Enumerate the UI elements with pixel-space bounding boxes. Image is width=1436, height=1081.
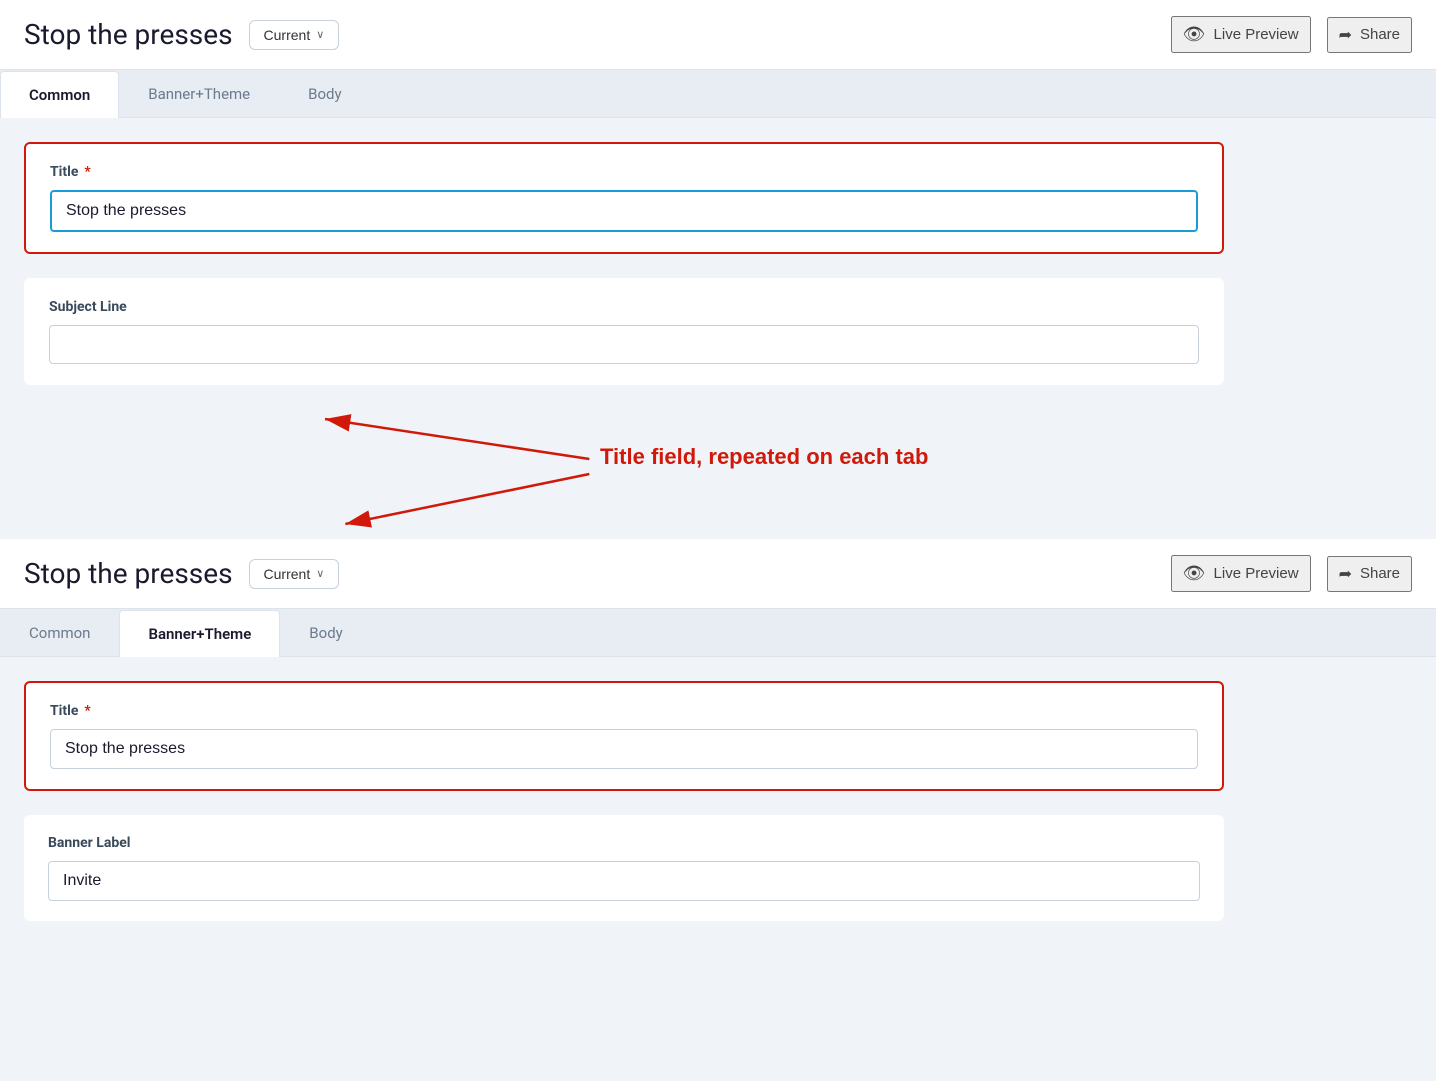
title-form-card-top: Title *	[24, 142, 1224, 254]
version-label: Current	[264, 27, 311, 43]
live-preview-label: Live Preview	[1214, 26, 1299, 43]
panel-top-content: Title * Subject Line	[0, 118, 1436, 409]
live-preview-button[interactable]: 👁 Live Preview	[1171, 16, 1311, 53]
panel-bottom: Stop the presses Current ∨ 👁 Live Previe…	[0, 539, 1436, 945]
tab-banner-theme-top[interactable]: Banner+Theme	[119, 70, 279, 117]
share-icon-bottom: ➦	[1339, 564, 1352, 584]
banner-field-label: Banner Label	[48, 835, 1200, 851]
chevron-down-icon: ∨	[316, 28, 324, 41]
subject-input[interactable]	[49, 325, 1199, 364]
eye-icon-bottom: 👁	[1183, 563, 1206, 584]
panel-top-header: Stop the presses Current ∨ 👁 Live Previe…	[0, 0, 1436, 70]
eye-icon: 👁	[1183, 24, 1206, 45]
title-input-top[interactable]	[50, 190, 1198, 232]
annotation-text: Title field, repeated on each tab	[600, 444, 1080, 470]
version-dropdown-bottom[interactable]: Current ∨	[249, 559, 340, 589]
share-button-bottom[interactable]: ➦ Share	[1327, 556, 1412, 592]
tab-body-bottom[interactable]: Body	[280, 609, 371, 656]
page-title: Stop the presses	[24, 18, 233, 51]
share-label: Share	[1360, 26, 1400, 43]
banner-label-card: Banner Label	[24, 815, 1224, 921]
share-button[interactable]: ➦ Share	[1327, 17, 1412, 53]
required-star-top: *	[84, 164, 90, 180]
tab-banner-theme-bottom[interactable]: Banner+Theme	[119, 610, 280, 657]
panel-bottom-header: Stop the presses Current ∨ 👁 Live Previe…	[0, 539, 1436, 609]
tab-common-top[interactable]: Common	[0, 71, 119, 118]
title-field-label-bottom: Title *	[50, 703, 1198, 719]
required-star-bottom: *	[84, 703, 90, 719]
panel-top: Stop the presses Current ∨ 👁 Live Previe…	[0, 0, 1436, 409]
live-preview-label-bottom: Live Preview	[1214, 565, 1299, 582]
title-form-card-bottom: Title *	[24, 681, 1224, 791]
version-dropdown[interactable]: Current ∨	[249, 20, 340, 50]
banner-label-input[interactable]	[48, 861, 1200, 901]
chevron-down-icon-bottom: ∨	[316, 567, 324, 580]
share-icon: ➦	[1339, 25, 1352, 45]
tab-body-top[interactable]: Body	[279, 70, 370, 117]
tabs-bar-bottom: Common Banner+Theme Body	[0, 609, 1436, 657]
title-field-label-top: Title *	[50, 164, 1198, 180]
subject-card-top: Subject Line	[24, 278, 1224, 385]
annotation-arrows	[20, 409, 1240, 539]
title-input-bottom[interactable]	[50, 729, 1198, 769]
page-title-bottom: Stop the presses	[24, 557, 233, 590]
panel-bottom-content: Title * Banner Label	[0, 657, 1436, 945]
live-preview-button-bottom[interactable]: 👁 Live Preview	[1171, 555, 1311, 592]
version-label-bottom: Current	[264, 566, 311, 582]
share-label-bottom: Share	[1360, 565, 1400, 582]
annotation-area: Title field, repeated on each tab	[20, 409, 1240, 539]
tab-common-bottom[interactable]: Common	[0, 609, 119, 656]
subject-field-label: Subject Line	[49, 299, 1199, 315]
tabs-bar-top: Common Banner+Theme Body	[0, 70, 1436, 118]
